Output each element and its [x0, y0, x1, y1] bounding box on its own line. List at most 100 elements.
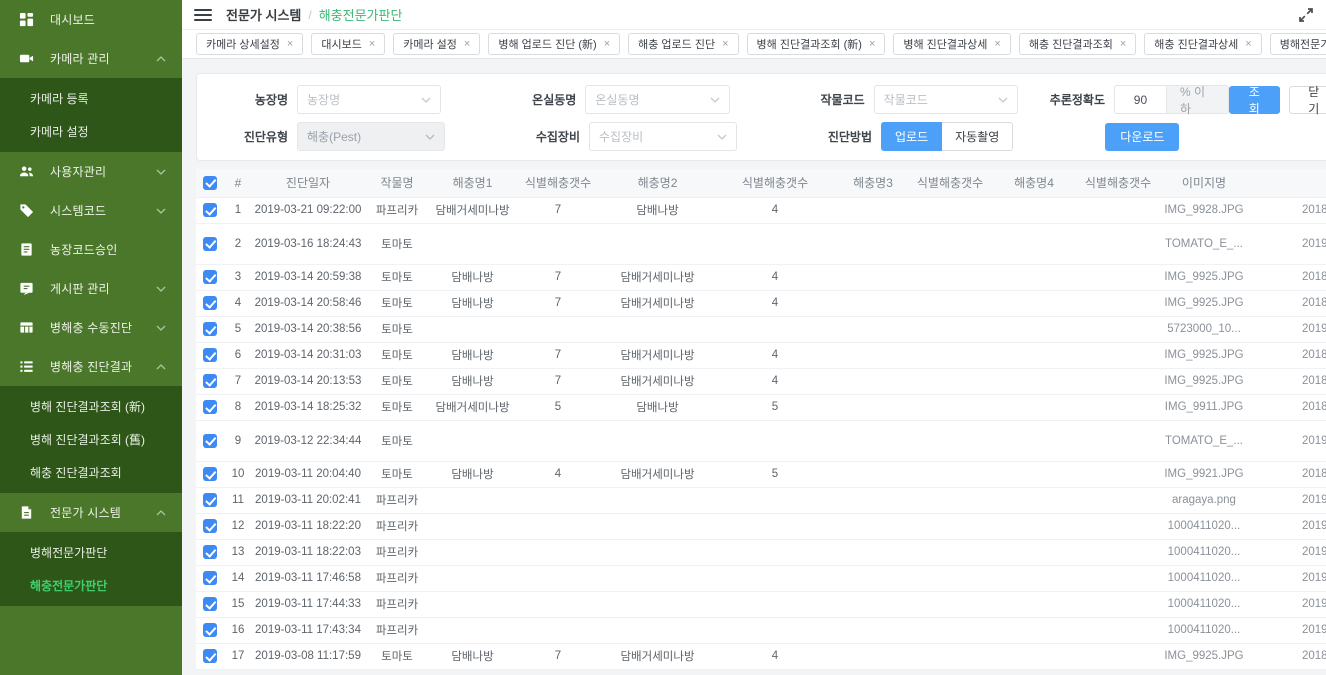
method-auto-button[interactable]: 자동촬영 — [942, 122, 1013, 151]
table-row[interactable]: 92019-03-12 22:34:44토마토TOMATO_E_...2019 — [196, 420, 1326, 461]
method-upload-button[interactable]: 업로드 — [881, 122, 942, 151]
tab-pest-upload-diagnosis[interactable]: 해충 업로드 진단 × — [628, 33, 738, 55]
table-row[interactable]: 152019-03-11 17:44:33파프리카1000411020...20… — [196, 591, 1326, 617]
cell-crop: 토마토 — [364, 342, 430, 368]
table-row[interactable]: 22019-03-16 18:24:43토마토TOMATO_E_...2019 — [196, 223, 1326, 264]
accuracy-input[interactable] — [1114, 85, 1166, 114]
sidebar-item-disease-result-old[interactable]: 병해 진단결과조회 (舊) — [0, 423, 182, 456]
row-checkbox[interactable] — [203, 623, 217, 637]
table-row[interactable]: 12019-03-21 09:22:00파프리카담배거세미나방7담배나방4IMG… — [196, 197, 1326, 223]
hamburger-icon[interactable] — [194, 9, 212, 21]
sidebar-item-camera-register[interactable]: 카메라 등록 — [0, 82, 182, 115]
tab-pest-diagnosis-result[interactable]: 해충 진단결과조회× — [1019, 33, 1136, 55]
cell-pest3 — [836, 461, 910, 487]
cell-pest2: 담배나방 — [601, 394, 714, 420]
sidebar-item-user-management[interactable]: 사용자관리 — [0, 152, 182, 191]
cell-cnt4 — [1078, 461, 1158, 487]
row-checkbox[interactable] — [203, 322, 217, 336]
tab-dashboard[interactable]: 대시보드× — [311, 33, 385, 55]
diag-type-select[interactable]: 해충(Pest) — [297, 122, 445, 151]
sidebar-item-label: 카메라 관리 — [50, 50, 156, 67]
tab-close-icon[interactable]: × — [869, 38, 875, 50]
cell-cnt1: 5 — [515, 394, 601, 420]
sidebar-item-disease-result-new[interactable]: 병해 진단결과조회 (新) — [0, 390, 182, 423]
sidebar-item-expert-system[interactable]: 전문가 시스템 — [0, 493, 182, 532]
table-row[interactable]: 82019-03-14 18:25:32토마토담배거세미나방5담배나방5IMG_… — [196, 394, 1326, 420]
sidebar-item-farm-code-approval[interactable]: 농장코드승인 — [0, 230, 182, 269]
sidebar-item-camera-management[interactable]: 카메라 관리 — [0, 39, 182, 78]
tab-disease-expert-judgment[interactable]: 병해전문가판단× — [1270, 33, 1326, 55]
search-button[interactable]: 조회 — [1229, 86, 1279, 114]
row-checkbox[interactable] — [203, 296, 217, 310]
greenhouse-select[interactable]: 온실동명 — [585, 85, 729, 114]
table-row[interactable]: 172019-03-08 11:17:59토마토담배나방7담배거세미나방4IMG… — [196, 643, 1326, 669]
row-checkbox[interactable] — [203, 203, 217, 217]
tab-disease-diagnosis-result-new[interactable]: 병해 진단결과조회 (新)× — [747, 33, 886, 55]
table-row[interactable]: 102019-03-11 20:04:40토마토담배나방4담배거세미나방5IMG… — [196, 461, 1326, 487]
row-checkbox[interactable] — [203, 467, 217, 481]
row-checkbox[interactable] — [203, 571, 217, 585]
sidebar-item-pest-diagnosis-results[interactable]: 병해충 진단결과 — [0, 347, 182, 386]
row-checkbox[interactable] — [203, 400, 217, 414]
sidebar-item-camera-settings[interactable]: 카메라 설정 — [0, 115, 182, 148]
cell-date: 2019-03-11 20:04:40 — [252, 461, 364, 487]
row-checkbox[interactable] — [203, 434, 217, 448]
sidebar-item-disease-expert-judgment[interactable]: 병해전문가판단 — [0, 536, 182, 569]
row-checkbox[interactable] — [203, 348, 217, 362]
table-row[interactable]: 32019-03-14 20:59:38토마토담배나방7담배거세미나방4IMG_… — [196, 264, 1326, 290]
cell-cnt3 — [910, 643, 990, 669]
tab-close-icon[interactable]: × — [1245, 38, 1251, 50]
sidebar-item-pest-manual-diagnosis[interactable]: 병해충 수동진단 — [0, 308, 182, 347]
tab-camera-settings[interactable]: 카메라 설정× — [393, 33, 480, 55]
table-row[interactable]: 62019-03-14 20:31:03토마토담배나방7담배거세미나방4IMG_… — [196, 342, 1326, 368]
tab-close-icon[interactable]: × — [1120, 38, 1126, 50]
table-row[interactable]: 112019-03-11 20:02:41파프리카aragaya.png2019 — [196, 487, 1326, 513]
row-checkbox[interactable] — [203, 597, 217, 611]
sidebar-item-pest-result[interactable]: 해충 진단결과조회 — [0, 456, 182, 489]
row-checkbox[interactable] — [203, 270, 217, 284]
sidebar-item-label: 해충전문가판단 — [30, 577, 107, 594]
close-button[interactable]: 닫기 — [1289, 86, 1326, 114]
tab-close-icon[interactable]: × — [369, 38, 375, 50]
tab-camera-detail-settings[interactable]: 카메라 상세설정× — [196, 33, 303, 55]
device-select[interactable]: 수집장비 — [589, 122, 737, 151]
table-row[interactable]: 162019-03-11 17:43:34파프리카1000411020...20… — [196, 617, 1326, 643]
sidebar-item-pest-expert-judgment[interactable]: 해충전문가판단 — [0, 569, 182, 602]
row-checkbox[interactable] — [203, 519, 217, 533]
tab-pest-diagnosis-detail[interactable]: 해충 진단결과상세× — [1144, 33, 1261, 55]
row-checkbox[interactable] — [203, 493, 217, 507]
cell-pest1 — [430, 591, 515, 617]
cell-cnt2 — [714, 513, 836, 539]
table-row[interactable]: 132019-03-11 18:22:03파프리카1000411020...20… — [196, 539, 1326, 565]
row-checkbox[interactable] — [203, 374, 217, 388]
fullscreen-icon[interactable] — [1298, 7, 1314, 23]
table-row[interactable]: 122019-03-11 18:22:20파프리카1000411020...20… — [196, 513, 1326, 539]
table-row[interactable]: 52019-03-14 20:38:56토마토5723000_10...2019 — [196, 316, 1326, 342]
table-row[interactable]: 142019-03-11 17:46:58파프리카1000411020...20… — [196, 565, 1326, 591]
cell-pest1 — [430, 487, 515, 513]
farm-select[interactable]: 농장명 — [297, 85, 441, 114]
tab-label: 해충 업로드 진단 — [638, 36, 715, 52]
row-checkbox[interactable] — [203, 649, 217, 663]
cell-pest3 — [836, 223, 910, 264]
row-checkbox[interactable] — [203, 545, 217, 559]
cell-select — [196, 513, 224, 539]
tab-disease-diagnosis-detail[interactable]: 병해 진단결과상세× — [893, 33, 1010, 55]
tab-disease-upload-diagnosis-new[interactable]: 병해 업로드 진단 (新)× — [488, 33, 620, 55]
table-row[interactable]: 72019-03-14 20:13:53토마토담배나방7담배거세미나방4IMG_… — [196, 368, 1326, 394]
sidebar-item-dashboard[interactable]: 대시보드 — [0, 0, 182, 39]
tab-close-icon[interactable]: × — [604, 38, 610, 50]
cell-date: 2019-03-14 18:25:32 — [252, 394, 364, 420]
tab-close-icon[interactable]: × — [287, 38, 293, 50]
download-button[interactable]: 다운로드 — [1105, 123, 1179, 151]
sidebar-item-board-management[interactable]: 게시판 관리 — [0, 269, 182, 308]
table-row[interactable]: 42019-03-14 20:58:46토마토담배나방7담배거세미나방4IMG_… — [196, 290, 1326, 316]
select-all-checkbox[interactable] — [203, 176, 217, 190]
tab-close-icon[interactable]: × — [464, 38, 470, 50]
row-checkbox[interactable] — [203, 237, 217, 251]
sidebar-item-system-code[interactable]: 시스템코드 — [0, 191, 182, 230]
tab-close-icon[interactable]: × — [722, 38, 728, 50]
crop-code-select[interactable]: 작물코드 — [874, 85, 1018, 114]
cell-cnt4 — [1078, 316, 1158, 342]
tab-close-icon[interactable]: × — [994, 38, 1000, 50]
